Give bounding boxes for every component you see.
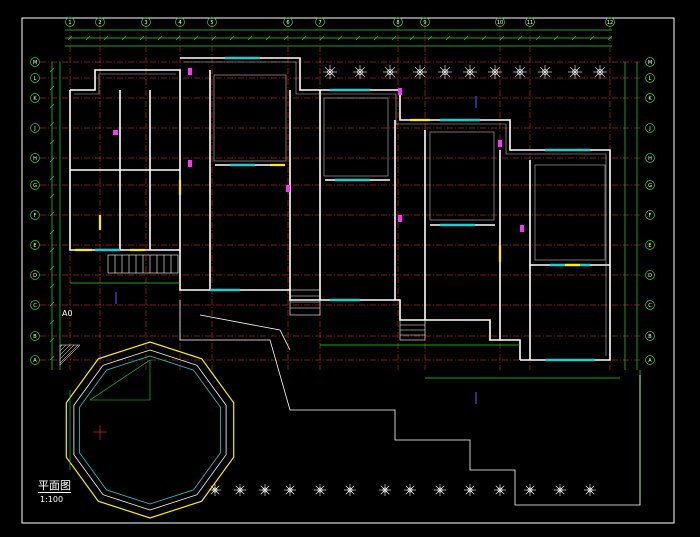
round-pavilion	[65, 341, 235, 519]
axis-label-row: A	[648, 358, 652, 364]
axis-label-row: M	[33, 60, 37, 66]
windows	[95, 56, 595, 362]
axis-label-row: L	[34, 76, 37, 82]
tree-symbol	[413, 65, 427, 79]
tree-symbol	[538, 65, 552, 79]
axis-label-col: 7	[318, 20, 321, 26]
axis-label-row: B	[33, 334, 37, 340]
axis-label-col: 12	[607, 20, 613, 26]
tree-symbol	[209, 484, 221, 496]
axis-label-row: B	[648, 334, 652, 340]
axis-label-row: H	[648, 156, 652, 162]
axis-label-col: 10	[497, 20, 503, 26]
axis-label-col: 1	[68, 20, 71, 26]
axis-label-row: M	[648, 60, 652, 66]
floor-plan-drawing: 1 2 3 4 5 6 7 8 9 10 11 12M ML LK KJ JH HG GF FE ED DC CB BA A	[21, 17, 675, 524]
tree-symbol	[568, 65, 582, 79]
axis-label-row: L	[649, 76, 652, 82]
tree-symbol	[323, 65, 337, 79]
axis-label-row: F	[649, 213, 652, 219]
axis-label-col: 3	[144, 20, 147, 26]
tree-symbol	[353, 65, 367, 79]
wall-inner-lines	[74, 61, 607, 356]
axis-label-col: 2	[98, 20, 101, 26]
axis-label-col: 5	[210, 20, 213, 26]
tree-symbol	[464, 484, 476, 496]
landscape-trees	[209, 65, 607, 496]
tree-symbol	[488, 65, 502, 79]
site-boundary	[179, 300, 641, 506]
building-walls	[69, 57, 611, 361]
axis-label-col: 11	[527, 20, 533, 26]
axis-label-row: A	[33, 358, 37, 364]
tree-symbol	[494, 484, 506, 496]
tree-symbol	[584, 484, 596, 496]
tree-symbol	[524, 484, 536, 496]
right-dimension-lines	[624, 62, 641, 505]
axis-label-row: J	[648, 126, 650, 132]
drawing-title: 平面图	[38, 479, 71, 493]
tree-symbol	[463, 65, 477, 79]
axis-label-row: E	[33, 243, 36, 249]
tree-symbol	[234, 484, 246, 496]
tree-symbol	[379, 484, 391, 496]
axis-label-row: D	[648, 273, 652, 279]
tree-symbol	[259, 484, 271, 496]
drawing-scale: 1:100	[40, 495, 64, 504]
axis-label-col: 9	[423, 20, 426, 26]
tree-symbol	[434, 484, 446, 496]
tree-symbol	[314, 484, 326, 496]
tree-symbol	[513, 65, 527, 79]
axis-label-row: K	[648, 96, 652, 102]
axis-label-row: C	[33, 303, 37, 309]
left-dimension-lines	[51, 62, 61, 370]
axis-label-row: C	[648, 303, 652, 309]
dimension-text	[49, 35, 613, 361]
tree-symbol	[284, 484, 296, 496]
axis-label-row: G	[33, 183, 37, 189]
tree-symbol	[438, 65, 452, 79]
axis-label-row: E	[648, 243, 651, 249]
axis-grid	[40, 24, 640, 370]
tree-symbol	[383, 65, 397, 79]
axis-label-row: H	[33, 156, 37, 162]
tree-symbol	[344, 484, 356, 496]
axis-label-row: K	[33, 96, 37, 102]
axis-label-col: 4	[178, 20, 181, 26]
bottom-dimension-lines	[70, 282, 620, 379]
section-label: A0	[62, 309, 73, 318]
axis-label-row: J	[33, 126, 35, 132]
tree-symbol	[593, 65, 607, 79]
column-markers	[113, 68, 524, 232]
tree-symbol	[404, 484, 416, 496]
axis-label-row: D	[33, 273, 37, 279]
axis-label-row: F	[34, 213, 37, 219]
axis-label-row: G	[648, 183, 652, 189]
axis-label-col: 8	[396, 20, 399, 26]
axis-label-col: 6	[286, 20, 289, 26]
tree-symbol	[554, 484, 566, 496]
